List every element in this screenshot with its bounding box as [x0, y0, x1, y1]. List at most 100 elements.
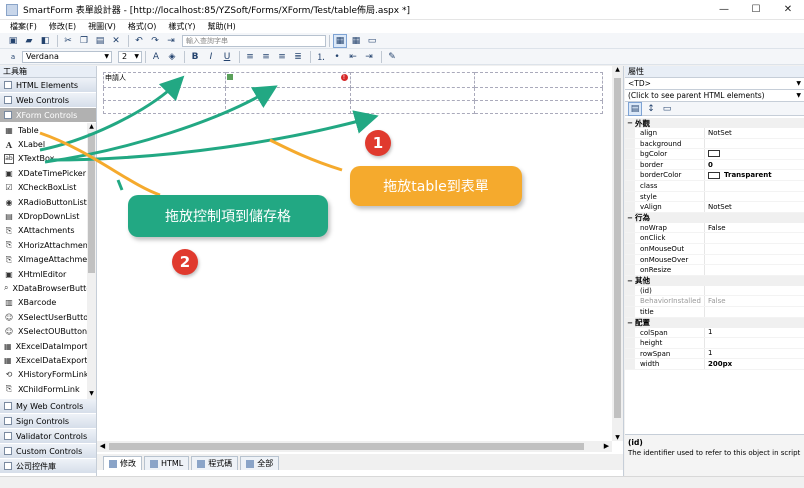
toolbox-item-xtextbox[interactable]: ab XTextBox	[0, 152, 96, 166]
bold-button[interactable]: B	[188, 50, 202, 64]
table-cell[interactable]	[349, 99, 476, 115]
open-icon[interactable]: ▰	[22, 34, 36, 48]
property-category[interactable]: − 配置	[625, 317, 804, 328]
indent-icon[interactable]: ⇥	[164, 34, 178, 48]
table-cell[interactable]: !	[224, 72, 351, 88]
table-cell[interactable]	[474, 86, 603, 101]
toolbox-item-xselectuserbutton[interactable]: ☺ XSelectUserButton	[0, 310, 96, 324]
toolbox-item-xhorizattachments[interactable]: ⎘ XHorizAttachments	[0, 238, 96, 252]
property-row[interactable]: bgColor	[625, 149, 804, 160]
property-value[interactable]: Transparent	[705, 170, 804, 180]
collapse-icon[interactable]: −	[625, 319, 635, 327]
property-value[interactable]	[705, 255, 804, 265]
property-row[interactable]: border 0	[625, 159, 804, 171]
layout-icon[interactable]: ▭	[365, 34, 379, 48]
collapse-icon[interactable]: −	[625, 119, 635, 127]
undo-icon[interactable]: ↶	[132, 34, 146, 48]
design-canvas[interactable]: 申請人 !	[97, 66, 612, 441]
toolbox-item-xhistoryformlink[interactable]: ⟲ XHistoryFormLink	[0, 368, 96, 382]
toolbox-category-xform[interactable]: XForm Controls	[0, 108, 96, 123]
toolbox-item-xlabel[interactable]: A XLabel	[0, 137, 96, 151]
property-value[interactable]: 1	[705, 328, 804, 338]
sort-alpha-icon[interactable]: ↕	[644, 102, 658, 116]
property-row[interactable]: onMouseOut	[625, 243, 804, 255]
menu-file[interactable]: 檔案(F)	[4, 21, 43, 32]
copy-icon[interactable]: ❐	[77, 34, 91, 48]
font-color-icon[interactable]: A	[149, 50, 163, 64]
minimize-button[interactable]: —	[708, 0, 740, 20]
property-value[interactable]	[705, 265, 804, 275]
toolbox-item-xexceldataexport[interactable]: ▦ XExcelDataExportB...	[0, 353, 96, 367]
form-table[interactable]: 申請人 !	[103, 72, 603, 115]
property-value[interactable]: NotSet	[705, 128, 804, 138]
toolbox-item-ximageattachment[interactable]: ⎘ XImageAttachment	[0, 253, 96, 267]
underline-button[interactable]: U	[220, 50, 234, 64]
table-cell[interactable]	[474, 72, 603, 88]
menu-style[interactable]: 樣式(Y)	[162, 21, 201, 32]
property-value[interactable]	[705, 286, 804, 296]
property-row[interactable]: background	[625, 138, 804, 150]
tab-all[interactable]: 全部	[240, 456, 280, 470]
scroll-right-icon[interactable]: ▶	[601, 441, 612, 452]
property-row[interactable]: borderColor Transparent	[625, 170, 804, 181]
collapse-icon[interactable]: −	[625, 214, 635, 222]
property-row[interactable]: BehaviorInstalled False	[625, 296, 804, 307]
property-row[interactable]: vAlign NotSet	[625, 202, 804, 213]
table-cell[interactable]	[224, 99, 351, 115]
close-button[interactable]: ✕	[772, 0, 804, 20]
property-row[interactable]: width 200px	[625, 359, 804, 370]
toolbox-item-xselectoubutton[interactable]: ☺ XSelectOUButton	[0, 324, 96, 338]
scroll-thumb[interactable]	[109, 443, 584, 450]
indent-icon[interactable]: ⇥	[362, 50, 376, 64]
design-vertical-scrollbar[interactable]: ▲ ▼	[612, 66, 623, 441]
align-left-icon[interactable]: ≡	[243, 50, 257, 64]
toolbox-item-xchildformlink[interactable]: ⎘ XChildFormLink	[0, 382, 96, 396]
save-icon[interactable]: ▣	[6, 34, 20, 48]
table-cell[interactable]	[349, 86, 476, 101]
menu-help[interactable]: 幫助(H)	[202, 21, 242, 32]
font-size-select[interactable]: 2 ▼	[118, 50, 142, 63]
categorized-icon[interactable]: ▤	[628, 101, 642, 116]
property-row[interactable]: noWrap False	[625, 222, 804, 234]
toolbox-category-mywebcontrols[interactable]: My Web Controls	[0, 399, 96, 414]
property-value[interactable]: False	[705, 296, 804, 306]
property-value[interactable]	[705, 181, 804, 191]
table-cell[interactable]	[224, 86, 351, 101]
toolbox-category-web[interactable]: Web Controls	[0, 93, 96, 108]
scroll-down-icon[interactable]: ▼	[612, 434, 623, 441]
property-row[interactable]: style	[625, 191, 804, 203]
property-value[interactable]: 0	[705, 160, 804, 170]
command-input[interactable]: 輸入查詢字串	[182, 34, 326, 47]
delete-icon[interactable]: ✕	[109, 34, 123, 48]
toolbox-scrollbar[interactable]: ▲ ▼	[87, 123, 96, 399]
property-row[interactable]: class	[625, 180, 804, 192]
property-value[interactable]: False	[705, 223, 804, 233]
align-center-icon[interactable]: ≡	[259, 50, 273, 64]
toolbox-item-xcheckboxlist[interactable]: ☑ XCheckBoxList	[0, 181, 96, 195]
menu-edit[interactable]: 修改(E)	[43, 21, 82, 32]
property-value[interactable]	[705, 338, 804, 348]
table-cell[interactable]	[103, 99, 226, 115]
property-category[interactable]: − 行為	[625, 212, 804, 223]
toolbox-category-sign[interactable]: Sign Controls	[0, 414, 96, 429]
property-value[interactable]: 200px	[705, 359, 804, 369]
menu-view[interactable]: 視圖(V)	[82, 21, 122, 32]
scroll-thumb[interactable]	[88, 133, 95, 273]
property-row[interactable]: (id)	[625, 285, 804, 297]
scroll-down-icon[interactable]: ▼	[87, 390, 96, 399]
tab-html[interactable]: HTML	[144, 456, 190, 470]
toolbox-item-table[interactable]: ▦ Table	[0, 123, 96, 137]
toolbox-category-validator[interactable]: Validator Controls	[0, 429, 96, 444]
scroll-up-icon[interactable]: ▲	[612, 66, 623, 73]
table-cell[interactable]	[349, 72, 476, 88]
property-row[interactable]: onMouseOver	[625, 254, 804, 266]
outdent-icon[interactable]: ⇤	[346, 50, 360, 64]
scroll-thumb[interactable]	[614, 78, 621, 418]
property-row[interactable]: onResize	[625, 265, 804, 276]
property-row[interactable]: onClick	[625, 233, 804, 244]
menu-format[interactable]: 格式(O)	[122, 21, 163, 32]
brush-icon[interactable]: ✎	[385, 50, 399, 64]
property-value[interactable]	[705, 233, 804, 243]
toolbox-item-xradiobuttonlist[interactable]: ◉ XRadioButtonList	[0, 195, 96, 209]
parent-select[interactable]: (Click to see parent HTML elements) ▼	[625, 90, 804, 102]
